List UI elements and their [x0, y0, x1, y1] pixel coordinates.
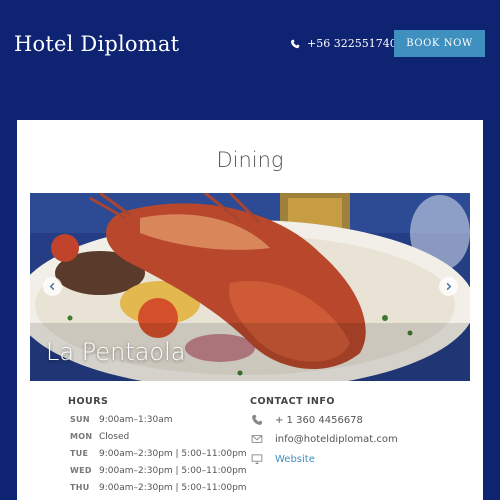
hours-day: TUE: [70, 449, 89, 458]
hours-time: Closed: [99, 432, 130, 442]
chevron-left-icon: [49, 282, 55, 291]
dining-card: Dining La Pentaola HOURS SUN 9:00am–1:30…: [17, 120, 483, 500]
hours-row: SUN 9:00am–1:30am: [70, 415, 173, 425]
chevron-right-icon: [446, 282, 452, 291]
hours-time: 9:00am–1:30am: [99, 415, 173, 425]
hours-day: THU: [70, 483, 90, 492]
contact-email-text: info@hoteldiplomat.com: [275, 433, 398, 445]
hours-row: THU 9:00am–2:30pm | 5:00–11:00pm: [70, 483, 247, 493]
monitor-icon: [251, 454, 263, 464]
site-header: Hotel Diplomat +56 322551740 BOOK NOW: [0, 0, 500, 120]
phone-icon: [290, 39, 300, 48]
hours-day: SUN: [70, 415, 90, 424]
header-phone[interactable]: +56 322551740: [290, 37, 397, 50]
contact-phone-text: + 1 360 4456678: [275, 414, 363, 426]
hours-time: 9:00am–2:30pm | 5:00–11:00pm: [99, 449, 247, 459]
header-phone-number: +56 322551740: [307, 37, 397, 50]
hours-heading: HOURS: [68, 396, 109, 407]
hours-row: TUE 9:00am–2:30pm | 5:00–11:00pm: [70, 449, 247, 459]
phone-icon: [252, 414, 263, 425]
hours-row: MON Closed: [70, 432, 129, 442]
slide-caption: La Pentaola: [46, 338, 186, 366]
slider-prev-button[interactable]: [43, 277, 62, 296]
slider-next-button[interactable]: [439, 277, 458, 296]
envelope-icon: [251, 435, 263, 443]
hours-day: MON: [70, 432, 93, 441]
hours-time: 9:00am–2:30pm | 5:00–11:00pm: [99, 483, 247, 493]
contact-phone[interactable]: + 1 360 4456678: [251, 414, 363, 426]
contact-website[interactable]: Website: [251, 453, 315, 465]
hours-day: WED: [70, 466, 92, 475]
hours-time: 9:00am–2:30pm | 5:00–11:00pm: [99, 466, 247, 476]
book-now-button[interactable]: BOOK NOW: [394, 30, 485, 57]
contact-email[interactable]: info@hoteldiplomat.com: [251, 433, 398, 445]
hours-row: WED 9:00am–2:30pm | 5:00–11:00pm: [70, 466, 247, 476]
page-title: Dining: [216, 148, 284, 172]
dining-slider[interactable]: La Pentaola: [30, 193, 470, 381]
hotel-name[interactable]: Hotel Diplomat: [14, 32, 179, 56]
website-link[interactable]: Website: [275, 454, 315, 465]
contact-heading: CONTACT INFO: [250, 396, 335, 407]
